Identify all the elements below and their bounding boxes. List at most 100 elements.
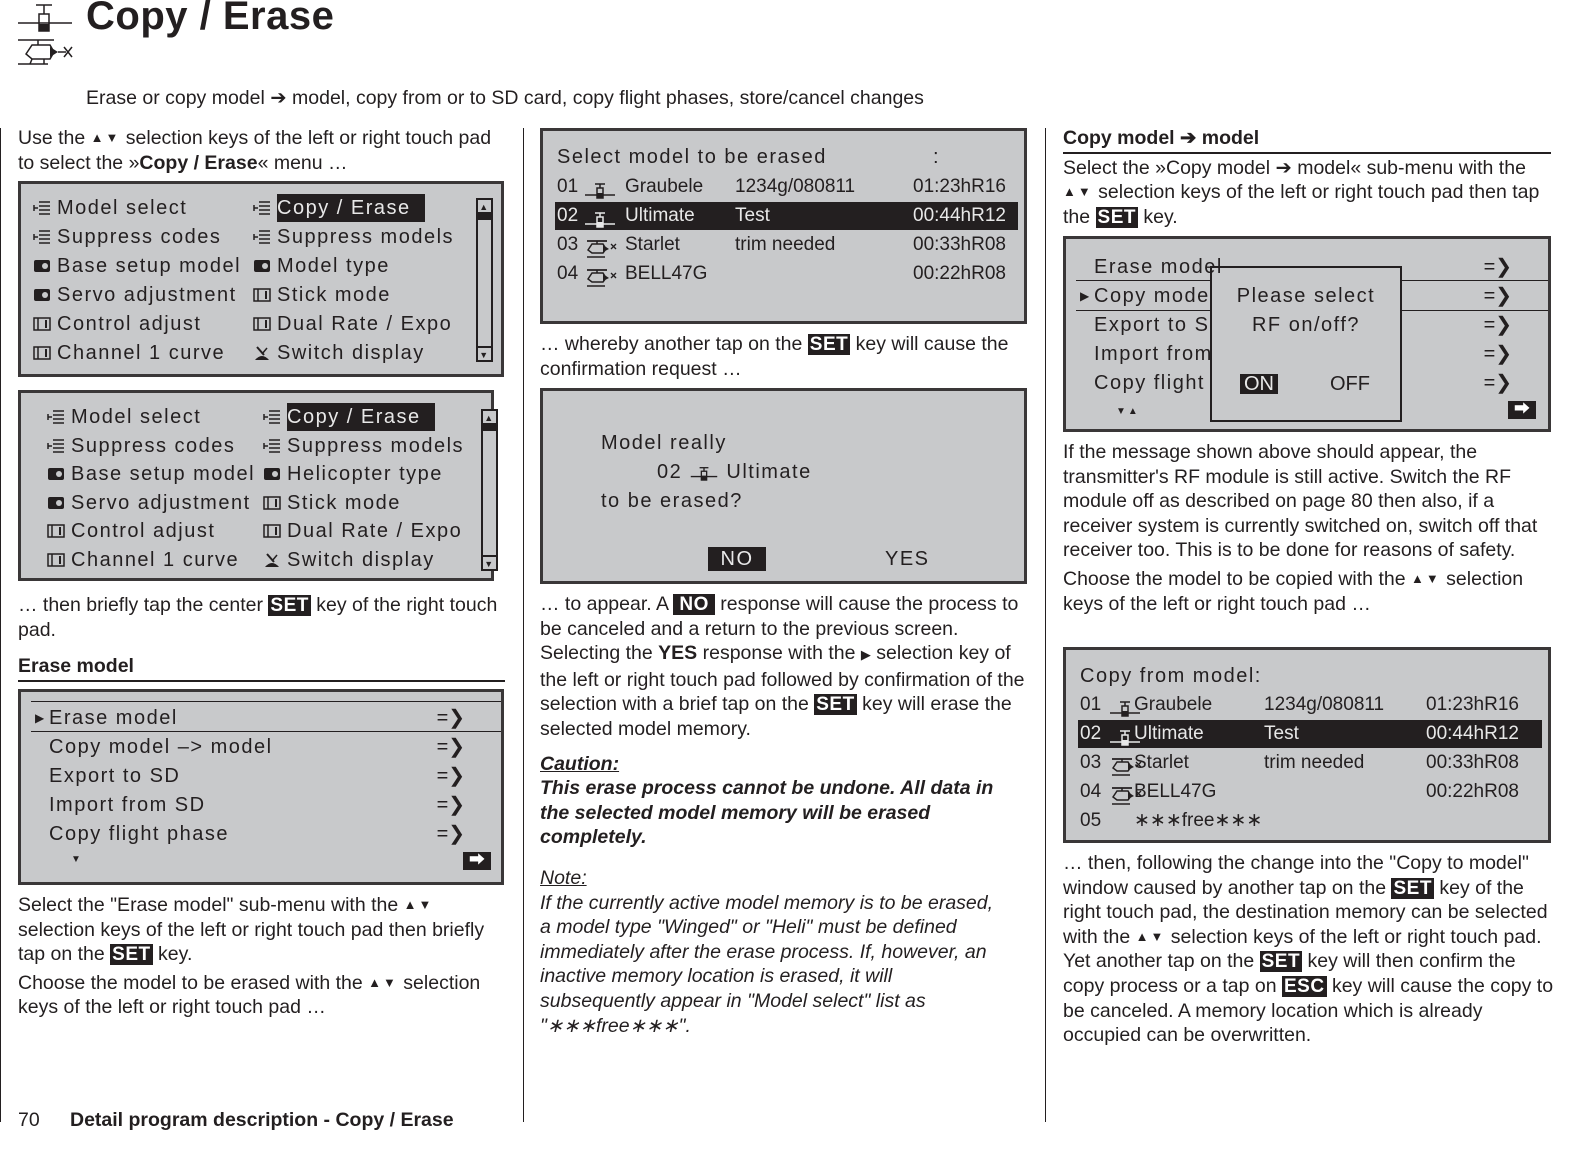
menu-item-model-select[interactable]: Model select [33, 194, 187, 222]
model-list-row[interactable]: 03 Starlet trim needed 00:33hR08 [1078, 749, 1542, 777]
submenu-item-copy-flight[interactable]: Copy flight [1094, 369, 1205, 397]
model-list-row[interactable]: 02 Ultimate Test 00:44hR12 [555, 202, 1018, 230]
menu-item-suppress-models[interactable]: Suppress models [263, 432, 464, 460]
menu-item-dual-rate-expo[interactable]: Dual Rate / Expo [253, 310, 452, 338]
scrollbar-thumb[interactable] [478, 214, 491, 220]
then-paragraph: … then briefly tap the center SET key of… [18, 594, 498, 641]
submenu-item-erase-model[interactable]: Erase model [1094, 253, 1223, 281]
erase-model-section: Erase model [18, 654, 505, 684]
model-info: trim needed [735, 234, 836, 255]
menu-item-suppress-codes[interactable]: Suppress codes [47, 432, 235, 460]
model-info: Test [735, 205, 770, 226]
confirm-erase-screen: Model really 02 Ultimate to be erased? N… [540, 388, 1027, 584]
scrollbar[interactable]: ▲ ▼ [481, 409, 498, 571]
yes-button[interactable]: YES [885, 545, 930, 573]
model-type-icon [583, 205, 617, 233]
scroll-down-arrow-icon[interactable]: ▼ [478, 346, 491, 360]
submenu-item-copy-mode[interactable]: Copy mode [1094, 282, 1210, 310]
scrollbar[interactable]: ▲ ▼ [476, 198, 493, 362]
menu-item-label: Base setup model [71, 463, 256, 485]
copy-instructions-paragraph: … then, following the change into the "C… [1063, 852, 1554, 1047]
submenu-enter-arrow-icon[interactable]: =❯ [437, 704, 465, 732]
menu-item-model-select[interactable]: Model select [47, 403, 201, 431]
model-list-row[interactable]: 03 Starlet trim needed 00:33hR08 [555, 231, 1018, 259]
menu-item-switch-display[interactable]: Switch display [263, 546, 435, 574]
model-info: Test [1264, 723, 1299, 744]
menu-item-label: Model select [71, 406, 202, 428]
scroll-down-arrow-icon[interactable]: ▼ [483, 555, 496, 569]
model-list-row[interactable]: 02 Ultimate Test 00:44hR12 [1078, 720, 1542, 748]
menu-item-suppress-models[interactable]: Suppress models [253, 223, 454, 251]
scroll-up-arrow-icon[interactable]: ▲ [483, 411, 496, 425]
submenu-item-import-from-sd[interactable]: Import from SD [49, 791, 206, 819]
next-page-button[interactable]: ⮕ [463, 852, 491, 870]
menu-item-servo-adjustment[interactable]: Servo adjustment [33, 281, 237, 309]
menu-item-switch-display[interactable]: Switch display [253, 339, 425, 367]
set-key-label: SET [268, 595, 311, 616]
menu-item-control-adjust[interactable]: Control adjust [33, 310, 201, 338]
model-list-row[interactable]: 05 ∗∗∗free∗∗∗ [1078, 807, 1542, 835]
select-erase-paragraph: Select the "Erase model" sub-menu with t… [18, 894, 485, 1019]
control-menu-icon [33, 346, 51, 360]
menu-item-channel-1-curve[interactable]: Channel 1 curve [47, 546, 239, 574]
model-operating-time: 00:44hR12 [1426, 723, 1519, 744]
submenu-enter-arrow-icon[interactable]: =❯ [1484, 340, 1512, 368]
submenu-item-erase-model[interactable]: Erase model [49, 704, 178, 732]
submenu-item-export-to-sd[interactable]: Export to SD [49, 762, 180, 790]
model-list-row[interactable]: 01 Graubele 1234g/080811 01:23hR16 [1078, 691, 1542, 719]
rf-off-button[interactable]: OFF [1330, 370, 1370, 398]
menu-item-label: Switch display [277, 342, 425, 364]
menu-item-dual-rate-expo[interactable]: Dual Rate / Expo [263, 517, 462, 545]
submenu-enter-arrow-icon[interactable]: =❯ [437, 762, 465, 790]
menu-item-servo-adjustment[interactable]: Servo adjustment [47, 489, 251, 517]
model-list-row[interactable]: 04 BELL47G 00:22hR08 [1078, 778, 1542, 806]
scroll-down-icon: ▼ [71, 854, 81, 865]
menu-item-label: Channel 1 curve [57, 342, 226, 364]
no-button[interactable]: NO [708, 547, 766, 571]
model-list-row[interactable]: 04 BELL47G 00:22hR08 [555, 260, 1018, 288]
menu-item-copy-erase[interactable]: Copy / Erase [253, 194, 425, 222]
submenu-item-import-from[interactable]: Import from [1094, 340, 1213, 368]
menu-item-stick-mode[interactable]: Stick mode [253, 281, 391, 309]
menu-item-base-setup-model[interactable]: Base setup model [47, 460, 255, 488]
menu-screen-winged: Model select Suppress codes Base setup mod… [18, 181, 504, 377]
menu-item-copy-erase[interactable]: Copy / Erase [263, 403, 435, 431]
model-operating-time: 00:22hR08 [1426, 781, 1519, 802]
submenu-enter-arrow-icon[interactable]: =❯ [437, 820, 465, 848]
submenu-item-export-to-s[interactable]: Export to S [1094, 311, 1209, 339]
scrollbar-thumb[interactable] [483, 425, 496, 431]
menu-item-helicopter-type[interactable]: Helicopter type [263, 460, 443, 488]
confirm-line-1: Model really [601, 432, 727, 454]
no-key-label: NO [673, 594, 715, 615]
submenu-enter-arrow-icon[interactable]: =❯ [1484, 282, 1512, 310]
model-number: 03 [1080, 752, 1102, 773]
menu-item-stick-mode[interactable]: Stick mode [263, 489, 401, 517]
list-menu-icon [263, 438, 280, 453]
menu-item-label: Model type [277, 255, 390, 277]
menu-item-model-type[interactable]: Model type [253, 252, 390, 280]
submenu-item-copy-flight-phase[interactable]: Copy flight phase [49, 820, 229, 848]
rf-on-button[interactable]: ON [1240, 374, 1278, 394]
menu-item-control-adjust[interactable]: Control adjust [47, 517, 215, 545]
submenu-enter-arrow-icon[interactable]: =❯ [437, 791, 465, 819]
submenu-enter-arrow-icon[interactable]: =❯ [437, 733, 465, 761]
model-list-row[interactable]: 01 Graubele 1234g/080811 01:23hR16 [555, 173, 1018, 201]
intro-paragraph: Use the ▲▼ selection keys of the left or… [18, 127, 492, 174]
menu-item-label: Switch display [287, 548, 435, 571]
submenu-item-copy-model-model[interactable]: Copy model –> model [49, 733, 273, 761]
column-1-intro: Use the ▲▼ selection keys of the left or… [18, 126, 508, 175]
scroll-up-arrow-icon[interactable]: ▲ [478, 200, 491, 214]
footer-title: Detail program description - Copy / Eras… [70, 1109, 454, 1131]
select-model-to-erase-screen: Select model to be erased : 01 Graubele 12… [540, 128, 1027, 324]
dialog-line-1: Please select [1236, 285, 1376, 307]
menu-item-base-setup-model[interactable]: Base setup model [33, 252, 241, 280]
next-page-button[interactable]: ⮕ [1508, 401, 1536, 419]
setup-menu-icon [48, 468, 64, 480]
menu-item-channel-1-curve[interactable]: Channel 1 curve [33, 339, 225, 367]
submenu-enter-arrow-icon[interactable]: =❯ [1484, 311, 1512, 339]
model-number: 01 [557, 176, 579, 197]
submenu-enter-arrow-icon[interactable]: =❯ [1484, 369, 1512, 397]
submenu-enter-arrow-icon[interactable]: =❯ [1484, 253, 1512, 281]
menu-item-label: Copy / Erase [287, 403, 435, 431]
menu-item-suppress-codes[interactable]: Suppress codes [33, 223, 221, 251]
